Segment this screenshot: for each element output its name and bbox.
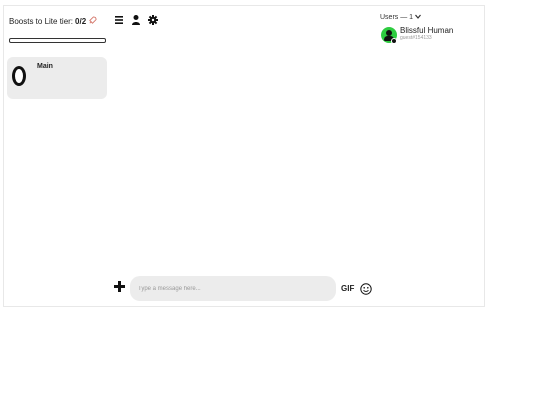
plus-icon[interactable] xyxy=(114,281,125,295)
chevron-down-icon xyxy=(415,14,422,21)
user-list-item[interactable]: Blissful Human guest#154133 xyxy=(381,26,454,44)
users-heading[interactable]: Users — 1 xyxy=(380,14,422,21)
boost-count: 0/2 xyxy=(75,17,87,26)
smiley-icon[interactable] xyxy=(360,282,372,295)
server-name: Main xyxy=(37,63,53,70)
user-icon[interactable] xyxy=(131,13,141,25)
rocket-icon xyxy=(88,16,97,27)
message-input[interactable] xyxy=(130,276,336,301)
avatar xyxy=(381,27,397,44)
user-status: guest#154133 xyxy=(400,35,432,41)
boost-status: Boosts to Lite tier: 0/2 xyxy=(9,16,97,27)
presence-indicator xyxy=(391,38,397,44)
toolbar xyxy=(114,13,158,25)
users-count-label: Users — 1 xyxy=(380,14,414,21)
menu-icon[interactable] xyxy=(114,13,124,25)
server-ring-icon xyxy=(12,66,26,86)
chat-app-window: Boosts to Lite tier: 0/2 Main Users — 1 … xyxy=(3,5,485,307)
user-name: Blissful Human xyxy=(400,26,454,35)
gear-icon[interactable] xyxy=(148,13,158,25)
server-item-main[interactable]: Main xyxy=(7,57,107,99)
boost-label: Boosts to Lite tier: xyxy=(9,17,74,26)
boost-progress-bar xyxy=(9,38,106,43)
gif-button[interactable]: GIF xyxy=(341,284,354,293)
